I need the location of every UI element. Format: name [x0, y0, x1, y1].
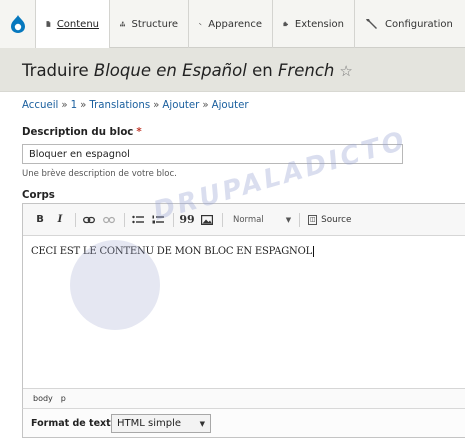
- text-format-value: HTML simple: [117, 418, 182, 429]
- toolbar-separator: [222, 212, 223, 227]
- link-button[interactable]: [80, 209, 98, 231]
- toolbar-separator: [299, 212, 301, 227]
- body-label: Corps: [22, 190, 55, 201]
- description-help: Une brève description de votre bloc.: [22, 169, 177, 179]
- chevron-down-icon: ▼: [199, 419, 205, 428]
- breadcrumb-item-ajouter[interactable]: Ajouter: [162, 100, 199, 111]
- editor-toolbar: B I 99 Normal ▼ ◫ Source: [23, 204, 465, 236]
- breadcrumb-item-accueil[interactable]: Accueil: [22, 100, 58, 111]
- title-lang: French: [277, 61, 335, 80]
- text-format-label: Format de texte: [31, 418, 118, 429]
- admin-toolbar: Contenu Structure Apparence Extension Co…: [0, 0, 465, 48]
- brush-icon: [199, 22, 203, 26]
- text-cursor: [313, 246, 315, 257]
- required-mark: *: [136, 127, 142, 138]
- source-icon: ◫: [308, 214, 318, 225]
- toolbar-item-configuration[interactable]: Configuration: [355, 0, 465, 48]
- toolbar-item-apparence[interactable]: Apparence: [189, 0, 273, 48]
- wrench-icon: [366, 19, 377, 29]
- editor-element-path: body p: [23, 388, 465, 409]
- breadcrumb: Accueil» 1» Translations» Ajouter» Ajouter: [22, 100, 249, 111]
- toolbar-label-apparence: Apparence: [208, 18, 262, 30]
- puzzle-icon: [283, 21, 289, 27]
- italic-button[interactable]: I: [51, 209, 69, 231]
- editor-text: CECI EST LE CONTENU DE MON BLOC EN ESPAG…: [31, 246, 313, 257]
- unlink-button[interactable]: [100, 209, 118, 231]
- bulleted-list-button[interactable]: [129, 209, 147, 231]
- path-item-body[interactable]: body: [33, 394, 53, 403]
- page-title: Traduire Bloque en Español en French ☆: [22, 61, 353, 80]
- page-header: Traduire Bloque en Español en French ☆: [0, 48, 465, 92]
- toolbar-label-structure: Structure: [131, 18, 178, 30]
- source-button[interactable]: ◫ Source: [308, 214, 352, 225]
- drupal-logo-icon[interactable]: [0, 0, 36, 48]
- breadcrumb-item-1[interactable]: 1: [71, 100, 77, 111]
- text-format-row: Format de texte HTML simple ▼: [22, 408, 465, 438]
- toolbar-label-contenu: Contenu: [56, 18, 99, 30]
- toolbar-item-contenu[interactable]: Contenu: [36, 0, 110, 48]
- toolbar-separator: [124, 212, 125, 227]
- image-icon: [201, 214, 213, 225]
- toolbar-label-extension: Extension: [294, 18, 344, 30]
- chevron-down-icon: ▼: [285, 215, 292, 224]
- text-format-select[interactable]: HTML simple ▼: [111, 414, 211, 433]
- format-dropdown[interactable]: Normal ▼: [229, 215, 295, 225]
- bold-button[interactable]: B: [31, 209, 49, 231]
- format-dropdown-value: Normal: [233, 214, 264, 225]
- breadcrumb-item-translations[interactable]: Translations: [89, 100, 150, 111]
- bulleted-list-icon: [132, 215, 144, 223]
- link-icon: [83, 216, 95, 223]
- description-label: Description du bloc *: [22, 127, 142, 138]
- title-mid: en: [252, 61, 273, 80]
- toolbar-label-configuration: Configuration: [385, 18, 453, 30]
- description-label-text: Description du bloc: [22, 127, 134, 138]
- title-prefix: Traduire: [22, 61, 89, 80]
- title-item: Bloque en Español: [93, 61, 247, 80]
- breadcrumb-item-ajouter-2[interactable]: Ajouter: [212, 100, 249, 111]
- star-icon[interactable]: ☆: [339, 62, 352, 80]
- toolbar-item-structure[interactable]: Structure: [110, 0, 189, 48]
- file-icon: [46, 21, 51, 27]
- toolbar-item-extension[interactable]: Extension: [273, 0, 355, 48]
- editor-content[interactable]: CECI EST LE CONTENU DE MON BLOC EN ESPAG…: [31, 246, 315, 257]
- structure-icon: [120, 21, 126, 27]
- path-item-p[interactable]: p: [61, 394, 66, 403]
- source-label: Source: [321, 214, 352, 225]
- unlink-icon: [103, 216, 115, 223]
- toolbar-separator: [75, 212, 76, 227]
- watermark-logo: [70, 240, 160, 330]
